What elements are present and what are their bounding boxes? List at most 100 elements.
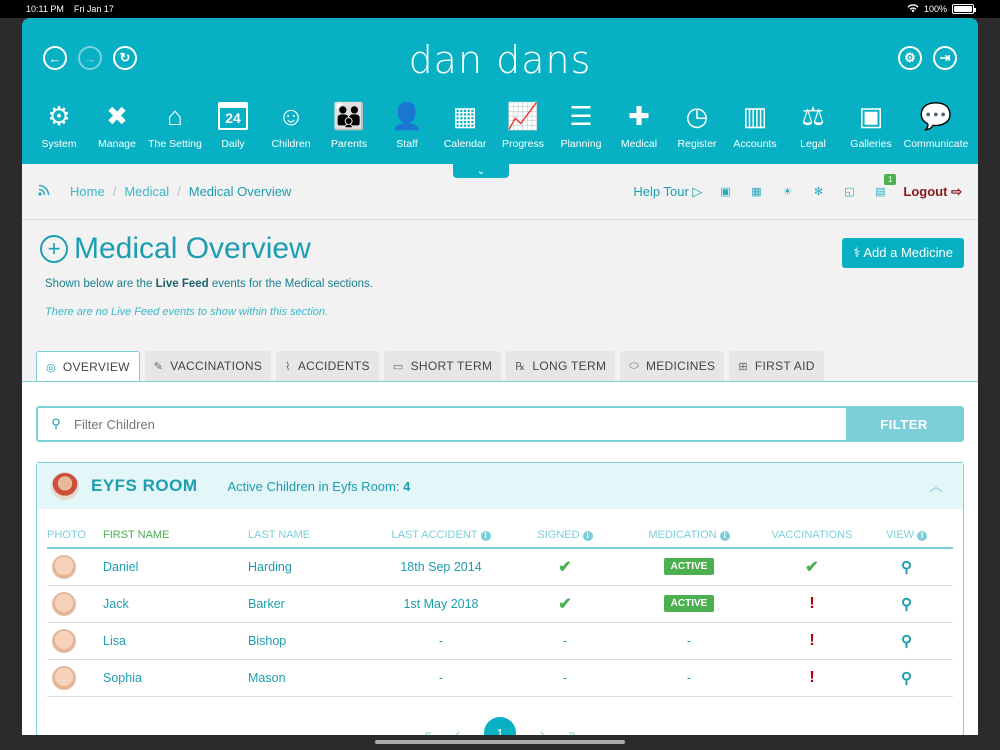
syringe-icon: ✎ — [153, 360, 164, 373]
page-current[interactable]: 1 — [484, 717, 516, 735]
vaccination-status: ! — [809, 668, 815, 686]
sun-icon[interactable]: ☀ — [779, 184, 795, 200]
col-signed[interactable]: SIGNED i — [516, 525, 614, 549]
vaccinations-cell: ✔ — [764, 548, 860, 586]
tab-medicines[interactable]: ⬭ Medicines — [620, 351, 725, 381]
exit-door-icon[interactable]: ⇥ — [933, 46, 957, 70]
inbox-icon[interactable]: ▤ 1 — [872, 173, 897, 200]
pagination: « ‹ 1 › » — [37, 717, 963, 735]
nav-staff[interactable]: 👤 Staff — [378, 98, 436, 150]
tab-label: Accidents — [297, 359, 370, 373]
medical-tabs: ◎ Overview ✎ Vaccinations ⌇ Accidents ▭ Short T… — [36, 351, 824, 382]
nav-scales[interactable]: ⚖ Legal — [784, 98, 842, 150]
child-avatar — [52, 665, 76, 690]
brand-logo: dan dans — [408, 38, 592, 82]
view-magnifier-icon[interactable]: ⚲ — [901, 633, 912, 650]
empty-feed-message: There are no Live Feed events to show wi… — [45, 306, 329, 318]
nav-label: Daily — [221, 138, 245, 150]
tab-vaccinations[interactable]: ✎ Vaccinations — [144, 351, 272, 381]
child-profile-icon[interactable]: ▣ — [717, 184, 733, 200]
nav-clock[interactable]: ◷ Register — [668, 98, 726, 150]
nav-label: Parents — [330, 138, 368, 150]
first-name-cell[interactable]: Lisa — [103, 622, 248, 660]
nav-calendar[interactable]: ▦ Calendar — [436, 98, 494, 150]
tab-long-term[interactable]: ℞ Long Term — [506, 351, 616, 381]
nav-gallery[interactable]: ▣ Galleries — [842, 98, 900, 150]
view-magnifier-icon[interactable]: ⚲ — [901, 596, 912, 613]
col-first-name[interactable]: FIRST NAME — [103, 525, 248, 549]
snowflake-icon[interactable]: ✻ — [810, 184, 826, 200]
nav-progress-chart[interactable]: 📈 Progress — [494, 98, 552, 150]
nav-label: System — [41, 138, 77, 150]
breadcrumb-home[interactable]: Home — [70, 184, 105, 199]
prescription-icon: ℞ — [515, 360, 526, 373]
nav-building[interactable]: ⌂ The Setting — [146, 98, 204, 150]
col-medication[interactable]: MEDICATION i — [614, 525, 764, 549]
nav-label: Register — [677, 138, 717, 150]
info-icon[interactable]: i — [719, 531, 730, 541]
info-icon[interactable]: i — [582, 531, 593, 541]
table-row[interactable]: Sophia Mason - - -! ⚲ — [47, 659, 953, 697]
grid-icon[interactable]: ▦ — [748, 184, 764, 200]
page-title-text: Medical Overview — [74, 232, 311, 265]
table-body: Daniel Harding 18th Sep 2014 ✔ ACTIVE ✔ ⚲ Jack B… — [47, 548, 953, 697]
last-accident-cell: 18th Sep 2014 — [366, 548, 516, 586]
chevron-up-icon[interactable]: ︿ — [929, 476, 943, 496]
first-name-cell[interactable]: Jack — [103, 585, 248, 623]
table-row[interactable]: Lisa Bishop - - -! ⚲ — [47, 622, 953, 660]
nav-label: Legal — [800, 138, 826, 150]
tab-first-aid[interactable]: ⊞ First Aid — [729, 351, 824, 381]
table-row[interactable]: Daniel Harding 18th Sep 2014 ✔ ACTIVE ✔ ⚲ — [47, 548, 953, 586]
page-next[interactable]: › — [540, 726, 544, 736]
signed-cell: ✔ — [516, 585, 614, 623]
page-prev[interactable]: ‹ — [456, 726, 460, 736]
tab-accidents[interactable]: ⌇ Accidents — [276, 351, 379, 381]
child-avatar — [52, 554, 76, 579]
nav-calendar-day[interactable]: 24 Daily — [204, 98, 262, 150]
tab-overview[interactable]: ◎ Overview — [36, 351, 140, 382]
breadcrumb-medical[interactable]: Medical — [124, 184, 169, 199]
page-last[interactable]: » — [568, 726, 575, 736]
folder-icon[interactable]: ◱ — [841, 184, 857, 200]
help-tour-link[interactable]: Help Tour ▷ — [633, 184, 702, 200]
nav-tools[interactable]: ✖ Manage — [88, 98, 146, 150]
first-name-cell[interactable]: Daniel — [103, 548, 248, 586]
add-medicine-button[interactable]: ⚕ Add a Medicine — [842, 238, 964, 268]
filter-button[interactable]: FILTER — [846, 408, 962, 440]
last-name-cell[interactable]: Mason — [248, 659, 366, 697]
nav-checklist[interactable]: ☰ Planning — [552, 98, 610, 150]
info-icon[interactable]: i — [917, 531, 928, 541]
scales-icon: ⚖ — [801, 101, 825, 131]
nav-medical-cross[interactable]: ✚ Medical — [610, 98, 668, 150]
nav-gear[interactable]: ⚙ System — [30, 98, 88, 150]
rss-feed-icon[interactable] — [38, 184, 50, 199]
table-row[interactable]: Jack Barker 1st May 2018 ✔ ACTIVE! ⚲ — [47, 585, 953, 623]
col-last-accident[interactable]: LAST ACCIDENT i — [366, 525, 516, 549]
room-header[interactable]: EYFS ROOM Active Children in Eyfs Room: … — [37, 463, 963, 509]
filter-children-input[interactable] — [74, 408, 846, 440]
col-last-name[interactable]: LAST NAME — [248, 525, 366, 549]
last-name-cell[interactable]: Harding — [248, 548, 366, 586]
notification-badge: 1 — [883, 173, 897, 185]
nav-chat[interactable]: 💬 Communicate — [900, 98, 972, 150]
nav-binders[interactable]: ▥ Accounts — [726, 98, 784, 150]
chevron-down-icon[interactable]: ⌄ — [453, 164, 509, 178]
info-icon[interactable]: i — [480, 531, 491, 541]
col-vaccinations[interactable]: VACCINATIONS — [764, 525, 860, 549]
nav-label: Manage — [98, 138, 136, 150]
page-first[interactable]: « — [424, 726, 431, 736]
col-medication-label: MEDICATION — [648, 529, 717, 541]
logout-link[interactable]: Logout ⇨ — [903, 184, 962, 200]
settings-gear-icon[interactable]: ⚙ — [898, 46, 922, 70]
view-magnifier-icon[interactable]: ⚲ — [901, 670, 912, 687]
nav-label: Medical — [620, 138, 658, 150]
nav-parents[interactable]: 👪 Parents — [320, 98, 378, 150]
last-name-cell[interactable]: Bishop — [248, 622, 366, 660]
first-name-cell[interactable]: Sophia — [103, 659, 248, 697]
room-active-count: Active Children in Eyfs Room: 4 — [228, 479, 411, 494]
nav-child-face[interactable]: ☺ Children — [262, 98, 320, 150]
tab-short-term[interactable]: ▭ Short Term — [383, 351, 502, 381]
battery-icon — [952, 4, 976, 14]
view-magnifier-icon[interactable]: ⚲ — [901, 559, 912, 576]
last-name-cell[interactable]: Barker — [248, 585, 366, 623]
